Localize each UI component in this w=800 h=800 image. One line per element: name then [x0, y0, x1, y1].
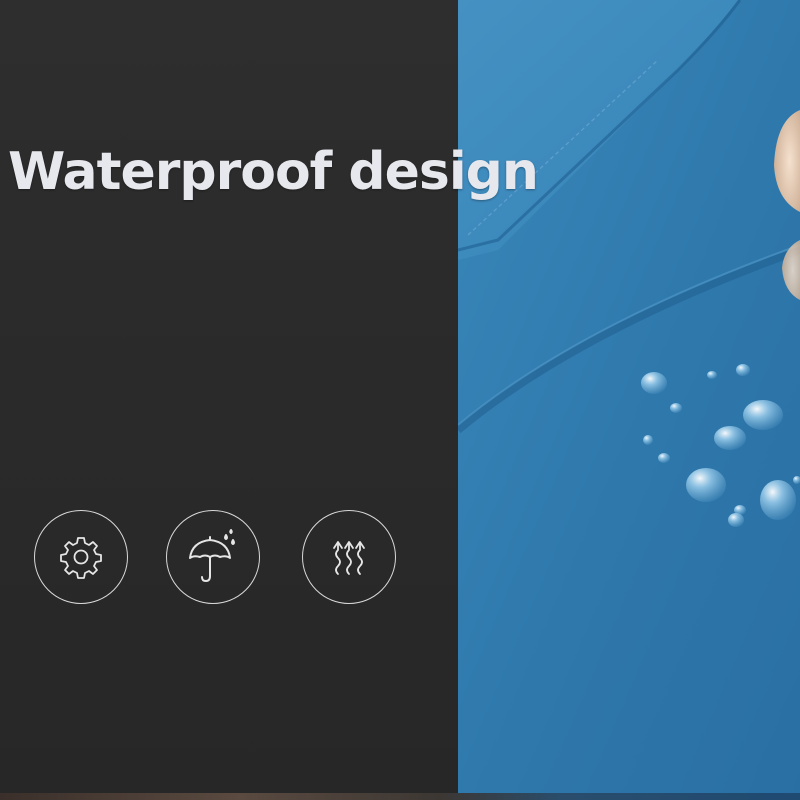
- heat-wave-icon: [333, 541, 365, 575]
- gear-icon: [60, 537, 102, 579]
- umbrella-rain-icon: [189, 529, 235, 582]
- fabric-illustration: [458, 0, 800, 800]
- bottom-strip: [0, 793, 800, 800]
- fabric-photo: [458, 0, 800, 800]
- dark-panel: [0, 0, 458, 800]
- headline: Waterproof design: [8, 142, 539, 202]
- feature-heat-waves: [302, 510, 396, 604]
- feature-gear: [34, 510, 128, 604]
- feature-umbrella: [166, 510, 260, 604]
- product-banner: Waterproof design: [0, 0, 800, 800]
